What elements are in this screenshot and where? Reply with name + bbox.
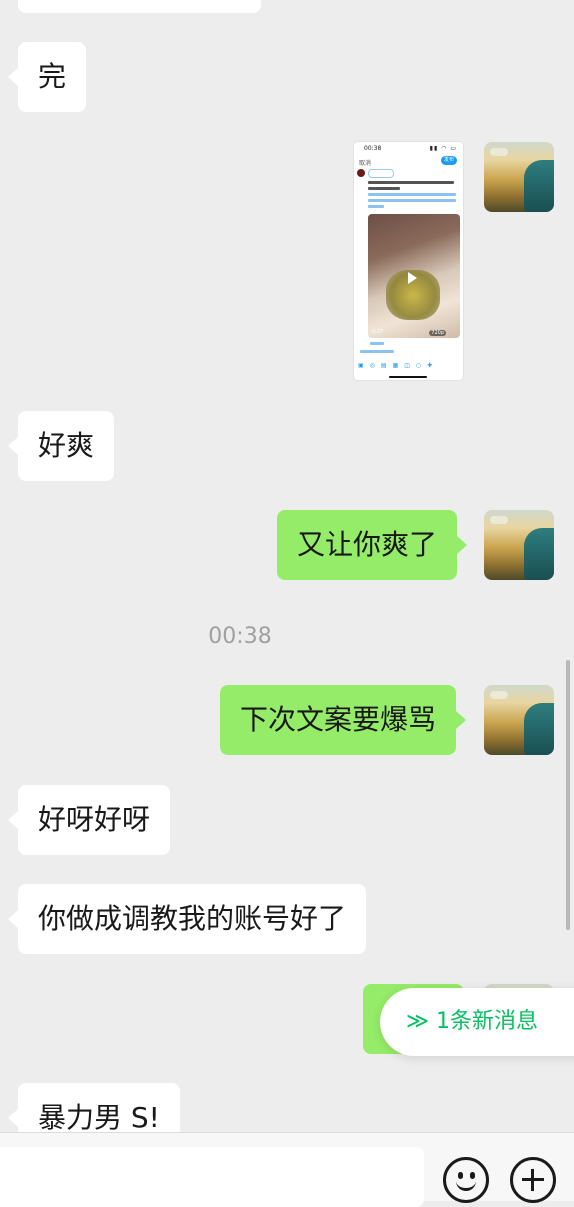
avatar[interactable]	[484, 510, 554, 580]
text-line	[368, 181, 454, 184]
screenshot-time: 00:38	[364, 145, 382, 152]
hashtag-line	[368, 199, 456, 202]
message-text: 你做成调教我的账号好了	[38, 902, 347, 935]
message-bubble-incoming[interactable]: 好爽	[7, 411, 115, 481]
message-timestamp: 00:38	[208, 624, 272, 649]
message-text: 下次文案要爆骂	[240, 703, 437, 736]
text-line	[360, 350, 394, 353]
message-bubble-outgoing[interactable]: 下次文案要爆骂	[220, 685, 467, 755]
scrollbar[interactable]	[566, 660, 570, 930]
toolbar-icons: ▣◎▤▦◫○✚	[358, 362, 439, 369]
text-line	[368, 187, 400, 190]
hashtag-line	[368, 193, 456, 196]
screenshot-send-button: 发布	[441, 156, 457, 165]
message-text: 完	[38, 60, 67, 93]
home-indicator	[389, 376, 427, 378]
plus-circle-icon[interactable]	[510, 1157, 556, 1203]
smiley-icon[interactable]	[443, 1157, 489, 1203]
message-bubble-incoming[interactable]: 暴力男 S!	[8, 1083, 180, 1132]
avatar[interactable]	[484, 685, 554, 755]
message-bubble-outgoing[interactable]: 又让你爽了	[277, 510, 468, 580]
play-icon	[408, 272, 417, 284]
message-bubble-incoming[interactable]: 你做成调教我的账号好了	[7, 884, 367, 954]
video-preview: 0:27 720p	[368, 214, 460, 338]
message-bubble-incoming[interactable]: 完	[7, 42, 87, 112]
plus-bar	[531, 1169, 534, 1191]
smiley-mouth	[456, 1178, 476, 1191]
message-input[interactable]	[0, 1147, 424, 1207]
text-line	[370, 342, 384, 345]
message-text: 暴力男 S!	[38, 1101, 160, 1132]
input-bar	[0, 1132, 574, 1207]
avatar	[357, 169, 365, 177]
new-messages-label: 1条新消息	[436, 1009, 538, 1034]
message-bubble-incoming[interactable]	[18, 0, 261, 13]
chevron-double-down-icon: ≫	[406, 1009, 430, 1034]
avatar-glare	[490, 516, 508, 524]
chat-message-list[interactable]: 完 00:38 ▮▮ ◠ ▭ 取消 发布 0:27 720p ▣◎▤▦◫○✚ 好…	[0, 0, 574, 1132]
hashtag-line	[368, 205, 384, 208]
status-icons: ▮▮ ◠ ▭	[429, 145, 457, 152]
avatar[interactable]	[484, 142, 554, 212]
message-bubble-incoming[interactable]: 好呀好呀	[7, 785, 171, 855]
avatar-glare	[490, 148, 508, 156]
screenshot-cancel: 取消	[359, 160, 372, 167]
avatar-car	[524, 703, 554, 755]
avatar-car	[524, 160, 554, 212]
avatar-car	[524, 528, 554, 580]
video-quality: 720p	[429, 330, 446, 336]
message-text: 好爽	[38, 429, 95, 462]
image-message-screenshot[interactable]: 00:38 ▮▮ ◠ ▭ 取消 发布 0:27 720p ▣◎▤▦◫○✚	[354, 142, 463, 380]
video-duration: 0:27	[372, 329, 384, 335]
avatar-glare	[490, 691, 508, 699]
message-text: 又让你爽了	[297, 528, 438, 561]
audience-pill	[368, 169, 394, 178]
message-text: 好呀好呀	[38, 803, 151, 836]
new-messages-button[interactable]: ≫ 1条新消息	[380, 988, 574, 1056]
